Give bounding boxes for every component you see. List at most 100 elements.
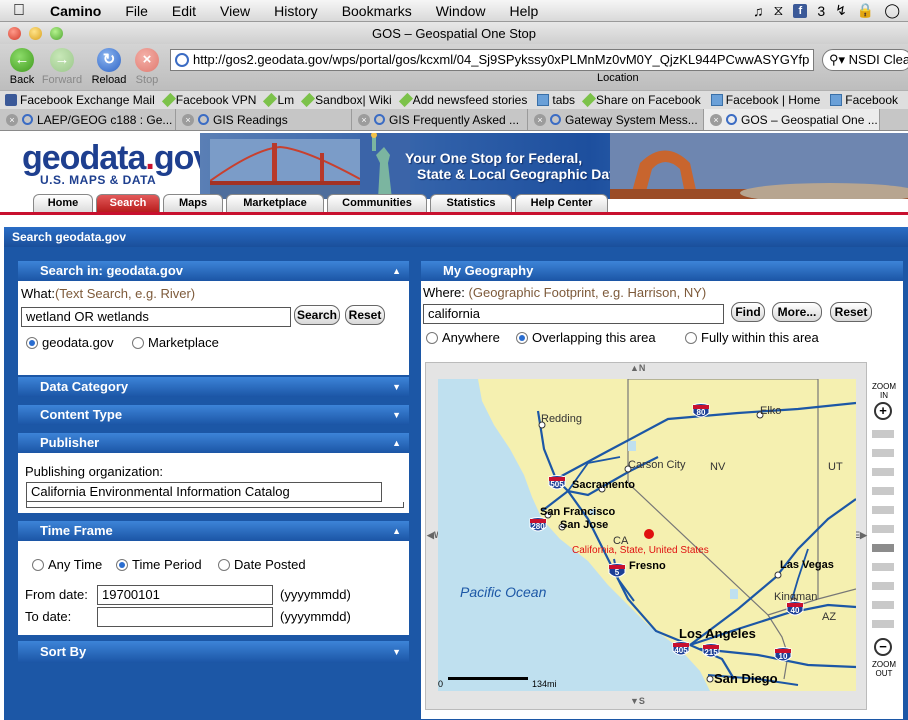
reset-button[interactable]: Reset: [345, 305, 385, 325]
publisher-header[interactable]: Publisher ▲: [18, 433, 409, 453]
radio[interactable]: [685, 332, 697, 344]
sort-by-panel[interactable]: Sort By ▼: [17, 640, 410, 664]
nav-statistics[interactable]: Statistics: [430, 194, 512, 212]
content-type-panel[interactable]: Content Type ▼: [17, 404, 410, 426]
zoom-level-step[interactable]: [872, 487, 894, 495]
what-input[interactable]: wetland OR wetlands: [21, 307, 291, 327]
menu-help[interactable]: Help: [498, 3, 551, 19]
sync-icon[interactable]: ⧖: [774, 2, 784, 19]
close-tab-icon[interactable]: ×: [182, 113, 194, 126]
facebook-icon[interactable]: f: [793, 3, 808, 18]
zoom-level-step[interactable]: [872, 449, 894, 457]
radio-selected[interactable]: [116, 559, 128, 571]
radio[interactable]: [132, 337, 144, 349]
close-tab-icon[interactable]: ×: [6, 113, 18, 126]
close-tab-icon[interactable]: ×: [534, 113, 546, 126]
tab-gis-readings[interactable]: × GIS Readings: [176, 109, 352, 130]
nav-marketplace[interactable]: Marketplace: [226, 194, 324, 212]
radio[interactable]: [426, 332, 438, 344]
date-posted-option[interactable]: Date Posted: [218, 557, 306, 572]
collapse-icon[interactable]: ▲: [392, 261, 401, 281]
radio[interactable]: [32, 559, 44, 571]
close-tab-icon[interactable]: ×: [710, 113, 722, 126]
sort-by-header[interactable]: Sort By ▼: [18, 641, 409, 663]
bookmark-item[interactable]: Facebook Exchange Mail: [0, 93, 160, 107]
reset-geography-button[interactable]: Reset: [830, 302, 872, 322]
collapse-icon[interactable]: ▲: [392, 433, 401, 453]
bookmark-item[interactable]: Sandbox| Wiki: [299, 92, 396, 108]
bookmark-item[interactable]: Facebook VPN: [160, 92, 262, 108]
more-button[interactable]: More...: [772, 302, 822, 322]
map-location-marker-icon[interactable]: [644, 529, 654, 539]
menu-bookmarks[interactable]: Bookmarks: [330, 3, 424, 19]
fully-within-option[interactable]: Fully within this area: [685, 330, 819, 345]
expand-icon[interactable]: ▼: [392, 405, 401, 425]
tab-gis-faq[interactable]: × GIS Frequently Asked ...: [352, 109, 528, 130]
nav-home[interactable]: Home: [33, 194, 93, 212]
pan-north-button[interactable]: ▲N: [630, 363, 645, 373]
zoom-level-current[interactable]: [872, 544, 894, 552]
lock-icon[interactable]: 🔒: [857, 2, 874, 19]
search-button[interactable]: Search: [294, 305, 340, 325]
from-date-input[interactable]: 19700101: [97, 585, 273, 605]
forward-button[interactable]: → Forward: [40, 48, 84, 86]
zoom-level-step[interactable]: [872, 506, 894, 514]
spotlight-icon[interactable]: ◯: [884, 2, 900, 19]
music-icon[interactable]: ♫: [753, 3, 764, 19]
zoom-level-step[interactable]: [872, 468, 894, 476]
zoom-in-icon[interactable]: +: [874, 402, 892, 420]
nav-help-center[interactable]: Help Center: [515, 194, 608, 212]
find-button[interactable]: Find: [731, 302, 765, 322]
close-tab-icon[interactable]: ×: [358, 113, 370, 126]
menu-edit[interactable]: Edit: [160, 3, 208, 19]
scope-geodata-option[interactable]: geodata.gov: [26, 335, 114, 350]
nav-maps[interactable]: Maps: [163, 194, 223, 212]
pan-south-button[interactable]: ▼S: [630, 696, 645, 706]
to-date-input[interactable]: [97, 607, 273, 627]
expand-icon[interactable]: ▼: [392, 641, 401, 663]
url-input[interactable]: http://gos2.geodata.gov/wps/portal/gos/k…: [170, 49, 814, 71]
menu-view[interactable]: View: [208, 3, 262, 19]
menu-window[interactable]: Window: [424, 3, 498, 19]
radio-selected[interactable]: [26, 337, 38, 349]
stop-button[interactable]: × Stop: [125, 48, 169, 86]
data-category-header[interactable]: Data Category ▼: [18, 377, 409, 397]
search-panel-header[interactable]: Search in: geodata.gov ▲: [18, 261, 409, 281]
bookmark-folder[interactable]: Facebook: [825, 93, 903, 107]
time-frame-header[interactable]: Time Frame ▲: [18, 521, 409, 541]
radio-selected[interactable]: [516, 332, 528, 344]
bookmark-folder[interactable]: Facebook | Home: [706, 93, 826, 107]
any-time-option[interactable]: Any Time: [32, 557, 102, 572]
zoom-level-step[interactable]: [872, 620, 894, 628]
zoom-level-step[interactable]: [872, 430, 894, 438]
zoom-level-step[interactable]: [872, 525, 894, 533]
menu-history[interactable]: History: [262, 3, 330, 19]
publishing-org-select[interactable]: California Environmental Information Cat…: [26, 482, 382, 502]
overlapping-option[interactable]: Overlapping this area: [516, 330, 656, 345]
nav-search[interactable]: Search: [96, 194, 160, 212]
zoom-level-step[interactable]: [872, 601, 894, 609]
bookmark-item[interactable]: Lm: [261, 92, 299, 108]
menu-file[interactable]: File: [113, 3, 160, 19]
anywhere-option[interactable]: Anywhere: [426, 330, 500, 345]
collapse-icon[interactable]: ▲: [392, 521, 401, 541]
data-category-panel[interactable]: Data Category ▼: [17, 376, 410, 398]
power-icon[interactable]: ↯: [835, 2, 847, 19]
content-type-header[interactable]: Content Type ▼: [18, 405, 409, 425]
tab-gateway[interactable]: × Gateway System Mess...: [528, 109, 704, 130]
where-input[interactable]: california: [423, 304, 724, 324]
zoom-level-step[interactable]: [872, 582, 894, 590]
bookmark-item[interactable]: Share on Facebook: [580, 92, 706, 108]
menu-app[interactable]: Camino: [38, 3, 113, 19]
back-button[interactable]: ← Back: [0, 48, 44, 86]
scope-marketplace-option[interactable]: Marketplace: [132, 335, 219, 350]
apple-icon[interactable]: : [0, 2, 38, 20]
radio[interactable]: [218, 559, 230, 571]
time-period-option[interactable]: Time Period: [116, 557, 202, 572]
expand-icon[interactable]: ▼: [392, 377, 401, 397]
tab-laep[interactable]: × LAEP/GEOG c188 : Ge...: [0, 109, 176, 130]
zoom-level-step[interactable]: [872, 563, 894, 571]
geography-header[interactable]: My Geography: [421, 261, 903, 281]
search-input[interactable]: ⚲▾ NSDI Clea: [822, 49, 908, 71]
nav-communities[interactable]: Communities: [327, 194, 427, 212]
